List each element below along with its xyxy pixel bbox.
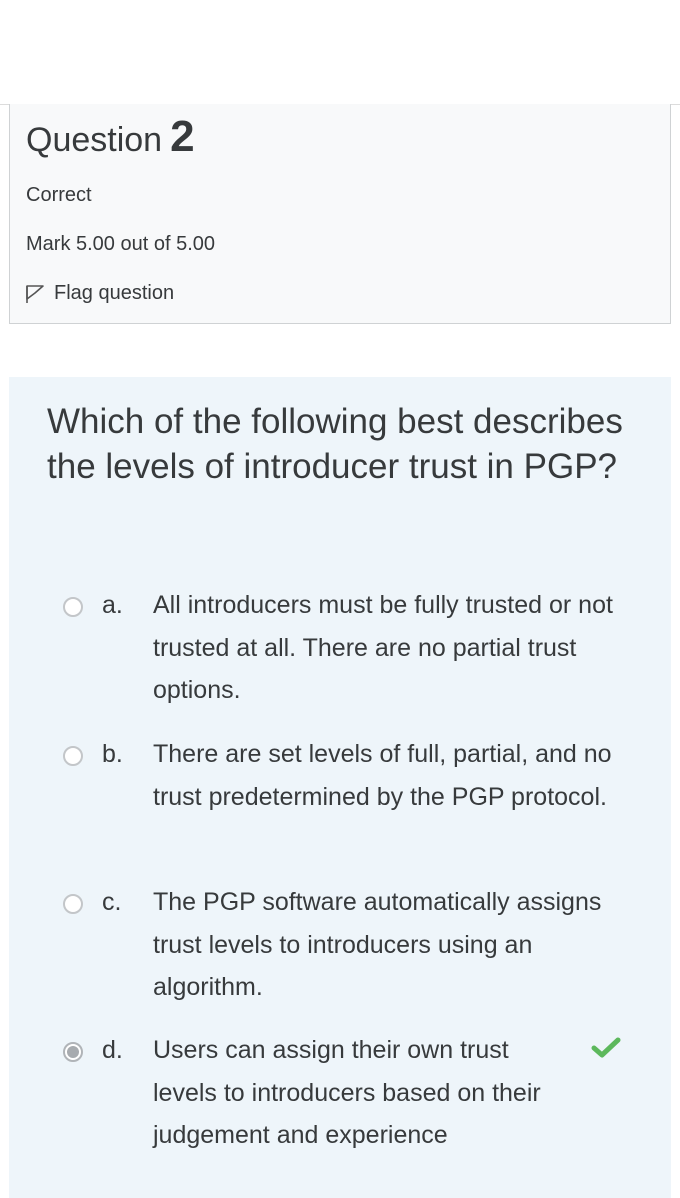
question-info: Question 2 Correct Mark 5.00 out of 5.00 … <box>9 104 671 324</box>
flag-question-label: Flag question <box>54 282 175 304</box>
flag-icon <box>26 284 44 303</box>
answer-text: The PGP software automatically assigns t… <box>153 888 602 1001</box>
question-content: Which of the following best describes th… <box>9 377 671 1198</box>
question-text: Which of the following best describes th… <box>47 402 623 486</box>
radio-c[interactable] <box>63 894 83 914</box>
radio-d-selected[interactable] <box>63 1042 83 1062</box>
radio-a[interactable] <box>63 597 83 617</box>
answer-letter: a. <box>102 591 123 619</box>
answer-letter: b. <box>102 740 123 768</box>
answer-text: All introducers must be fully trusted or… <box>153 591 613 704</box>
question-label: Question <box>26 121 163 159</box>
flag-question-link[interactable]: Flag question <box>24 282 174 305</box>
top-blank-area <box>0 0 680 105</box>
question-state: Correct <box>26 184 92 206</box>
answer-letter: d. <box>102 1036 123 1064</box>
question-grade: Mark 5.00 out of 5.00 <box>26 233 216 255</box>
check-icon <box>591 1037 621 1058</box>
answer-letter: c. <box>102 888 122 916</box>
question-number: 2 <box>170 112 195 161</box>
question-title: Question 2 <box>26 112 195 162</box>
answer-text: There are set levels of full, partial, a… <box>153 740 612 811</box>
radio-b[interactable] <box>63 746 83 766</box>
answer-text: Users can assign their own trust levels … <box>153 1036 541 1149</box>
